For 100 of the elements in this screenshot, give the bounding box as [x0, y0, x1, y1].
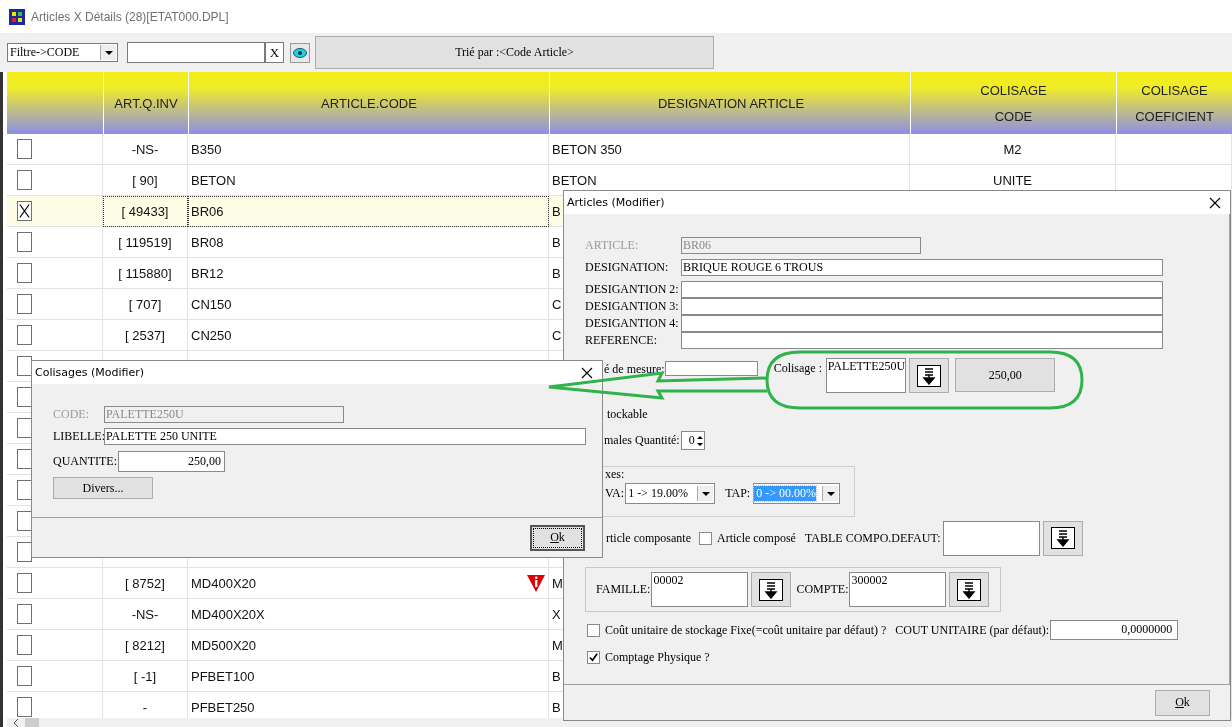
table-cell: [ 90] [132, 172, 158, 188]
input-field[interactable]: 300002 [849, 572, 947, 607]
table-cell: BETON [552, 172, 597, 188]
table-cell: MD500X20 [191, 637, 257, 653]
field-label: DESIGANTION 4: [585, 316, 680, 331]
row-checkbox[interactable] [17, 294, 32, 314]
lookup-button[interactable] [949, 572, 990, 607]
input-field[interactable]: 0,0000000 [1050, 620, 1179, 640]
field-label: COMPTE: [796, 582, 849, 597]
list-down-icon [1050, 527, 1075, 549]
clear-button[interactable]: X [265, 42, 284, 63]
field-label: LIBELLE: [53, 429, 104, 444]
table-cell: M2 [1003, 141, 1022, 157]
table-cell: M [552, 637, 563, 653]
table-cell: BR06 [191, 203, 224, 219]
table-cell: C [552, 327, 562, 343]
table-cell: [ -1] [133, 668, 157, 684]
input-field[interactable] [664, 361, 758, 376]
table-cell: MD400X20X [191, 606, 265, 622]
dialog-title: Colisages (Modifier) [35, 366, 145, 379]
table-cell: B [552, 234, 561, 250]
field-label: VA: [605, 486, 625, 501]
row-checkbox[interactable] [17, 232, 32, 252]
field-label: COUT UNITAIRE (par défaut): [895, 622, 1050, 638]
table-cell: BETON 350 [552, 141, 622, 157]
table-cell: BETON [191, 172, 236, 188]
checkbox-label: Comptage Physique ? [605, 649, 710, 665]
lookup-button[interactable] [909, 358, 950, 393]
input-field[interactable] [681, 315, 1163, 332]
checkbox-label: Article composé [716, 530, 796, 546]
checkbox-label: Coût unitaire de stockage Fixe(=coût unitaire par défaut) ? [605, 622, 887, 638]
table-cell: B [552, 699, 561, 715]
checkbox[interactable] [587, 650, 600, 664]
row-checkbox[interactable] [17, 139, 32, 159]
table-cell: [ 49433] [121, 203, 169, 219]
field-label: DESIGNATION: [585, 260, 670, 275]
table-cell: [ 2537] [125, 327, 165, 343]
row-checkbox[interactable] [17, 201, 32, 221]
table-cell: [ 707] [128, 296, 162, 312]
scroll-thumb[interactable] [25, 718, 39, 727]
table-cell: - [142, 699, 148, 715]
input-field[interactable] [681, 281, 1163, 298]
table-row[interactable]: -NS- B350 BETON 350 M2 [7, 134, 1232, 165]
table-cell: BR12 [191, 265, 224, 281]
lookup-button[interactable] [751, 572, 792, 607]
table-cell: -NS- [131, 606, 159, 622]
lookup-button[interactable] [1042, 520, 1083, 556]
row-checkbox[interactable] [17, 573, 32, 593]
tva-dropdown[interactable]: 1 -> 19.00% [625, 483, 716, 504]
input-field[interactable]: PALETTE250U [825, 358, 907, 393]
input-field[interactable] [942, 520, 1040, 556]
table-cell: -NS- [131, 141, 159, 157]
row-checkbox[interactable] [17, 263, 32, 283]
table-cell: MD400X20 [191, 575, 257, 591]
table-cell: PFBET250 [191, 699, 255, 715]
field-label: Colisage : [773, 361, 823, 376]
field-label: males Quantité: [604, 433, 680, 448]
filter-dropdown[interactable]: Filtre->CODE [7, 43, 118, 62]
row-checkbox[interactable] [17, 325, 32, 345]
table-cell: M [552, 575, 563, 591]
field-label: DESIGANTION 3: [585, 299, 680, 314]
row-checkbox[interactable] [17, 666, 32, 686]
dialog-title: Articles (Modifier) [567, 196, 665, 209]
table-cell: PFBET100 [191, 668, 255, 684]
field-label: REFERENCE: [585, 333, 658, 348]
ok-button[interactable]: Ok [530, 524, 585, 551]
close-icon[interactable] [1209, 196, 1221, 209]
field-label: é de mesure: [604, 362, 665, 377]
table-cell: B350 [191, 141, 222, 157]
ok-button[interactable]: Ok [1155, 689, 1210, 716]
checkbox[interactable] [698, 531, 712, 545]
list-down-icon [759, 578, 784, 601]
table-cell: C [552, 296, 562, 312]
row-checkbox[interactable] [17, 635, 32, 655]
eye-icon [293, 47, 307, 58]
divers-button[interactable]: Divers... [53, 477, 153, 499]
field-label: FAMILLE: [596, 582, 651, 597]
table-cell: CN250 [191, 327, 232, 343]
input-field[interactable]: PALETTE 250 UNITE [104, 428, 586, 445]
search-field[interactable] [127, 42, 265, 63]
input-field[interactable] [681, 298, 1163, 315]
quantity-button[interactable]: 250,00 [955, 358, 1056, 392]
checkbox[interactable] [587, 623, 600, 637]
group-label: xes: [605, 467, 626, 483]
input-field[interactable]: 250,00 [118, 451, 225, 472]
view-button[interactable] [290, 42, 310, 63]
sort-button[interactable]: Trié par :<Code Article> [315, 36, 714, 69]
row-checkbox[interactable] [17, 170, 32, 190]
number-spinner[interactable]: 0 [680, 431, 705, 450]
row-checkbox[interactable] [17, 697, 32, 717]
row-checkbox[interactable] [17, 604, 32, 624]
scroll-left-icon[interactable] [13, 718, 19, 727]
input-field[interactable]: BRIQUE ROUGE 6 TROUS [681, 259, 1163, 276]
table-cell: [ 115880] [118, 265, 172, 281]
close-icon[interactable] [581, 366, 593, 379]
table-cell: CN150 [191, 296, 232, 312]
field-label: CODE: [53, 407, 90, 422]
table-cell: BR08 [191, 234, 224, 250]
input-field[interactable] [681, 332, 1163, 349]
input-field[interactable]: 00002 [651, 572, 749, 607]
